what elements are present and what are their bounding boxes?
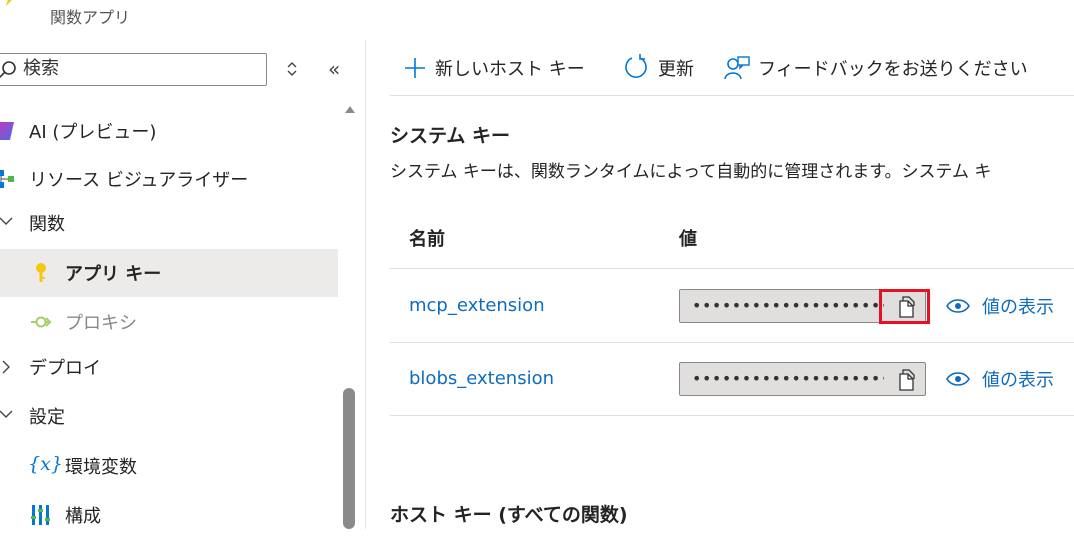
key-name-link[interactable]: mcp_extension bbox=[409, 295, 545, 316]
refresh-label: 更新 bbox=[658, 59, 694, 80]
proxy-icon bbox=[31, 316, 52, 328]
sidebar-item-label: 構成 bbox=[65, 506, 101, 527]
copy-icon[interactable] bbox=[894, 368, 918, 392]
sidebar-divider bbox=[365, 40, 366, 529]
sidebar-item-configuration[interactable]: 構成 bbox=[0, 491, 338, 539]
show-value-button[interactable]: 値の表示 bbox=[946, 364, 1054, 394]
sidebar-item-label: デプロイ bbox=[29, 358, 101, 379]
ai-preview-icon bbox=[0, 122, 14, 140]
plus-icon bbox=[405, 58, 425, 78]
show-value-label: 値の表示 bbox=[982, 297, 1054, 318]
column-header-value: 値 bbox=[679, 229, 697, 250]
feedback-label: フィードバックをお送りください bbox=[758, 59, 1028, 80]
scroll-up-arrow-icon[interactable] bbox=[344, 104, 356, 114]
feedback-icon bbox=[724, 56, 750, 80]
new-host-key-label: 新しいホスト キー bbox=[435, 59, 585, 80]
copy-button-highlight bbox=[879, 289, 930, 324]
configuration-icon bbox=[31, 505, 50, 525]
refresh-icon bbox=[625, 54, 647, 78]
resource-visualizer-icon bbox=[0, 170, 14, 188]
sidebar-item-label: アプリ キー bbox=[65, 264, 162, 285]
key-value-masked: ••••••••••••••••••••••••... bbox=[692, 296, 884, 315]
sidebar-item-environment-variables[interactable]: {x} 環境変数 bbox=[0, 442, 338, 490]
show-value-label: 値の表示 bbox=[982, 370, 1054, 391]
sidebar-item-label: 設定 bbox=[29, 407, 65, 428]
system-keys-description: システム キーは、関数ランタイムによって自動的に管理されます。システム キ bbox=[390, 162, 992, 182]
resource-type-label: 関数アプリ bbox=[50, 8, 131, 27]
chevron-down-icon bbox=[0, 410, 13, 418]
search-input[interactable] bbox=[23, 58, 253, 79]
show-value-button[interactable]: 値の表示 bbox=[946, 291, 1054, 321]
table-header-divider bbox=[390, 268, 1074, 269]
host-keys-title: ホスト キー (すべての関数) bbox=[390, 504, 628, 526]
function-app-icon bbox=[6, 0, 12, 6]
sidebar-item-label: プロキシ bbox=[65, 313, 137, 334]
key-value-masked: ••••••••••••••••••••••••... bbox=[692, 369, 884, 388]
refresh-button[interactable]: 更新 bbox=[622, 52, 694, 84]
sidebar-group-deploy[interactable]: デプロイ bbox=[0, 343, 338, 391]
column-header-name: 名前 bbox=[409, 229, 445, 250]
sidebar-item-label: リソース ビジュアライザー bbox=[29, 170, 249, 191]
feedback-button[interactable]: フィードバックをお送りください bbox=[724, 52, 1028, 84]
sort-updown-icon[interactable] bbox=[284, 58, 300, 80]
eye-icon bbox=[946, 299, 970, 313]
table-row-divider bbox=[390, 415, 1074, 416]
key-name-link[interactable]: blobs_extension bbox=[409, 368, 554, 389]
sidebar-item-label: 環境変数 bbox=[65, 457, 137, 478]
table-row-divider bbox=[390, 342, 1074, 343]
sidebar-item-label: 関数 bbox=[29, 214, 65, 235]
collapse-sidebar-icon[interactable]: « bbox=[328, 58, 346, 80]
sidebar-scrollbar-thumb[interactable] bbox=[343, 388, 355, 529]
key-value-field[interactable]: ••••••••••••••••••••••••... bbox=[679, 362, 926, 396]
chevron-down-icon bbox=[0, 217, 13, 225]
sidebar-item-proxies[interactable]: プロキシ bbox=[0, 298, 338, 346]
new-host-key-button[interactable]: 新しいホスト キー bbox=[403, 52, 585, 84]
sidebar-search-box[interactable] bbox=[0, 53, 267, 86]
chevron-right-icon bbox=[2, 360, 10, 374]
search-icon bbox=[0, 61, 16, 79]
sidebar-group-settings[interactable]: 設定 bbox=[0, 392, 338, 440]
sidebar-group-functions[interactable]: 関数 bbox=[0, 199, 338, 247]
sidebar-item-ai-preview[interactable]: AI (プレビュー) bbox=[0, 107, 338, 155]
sidebar-item-resource-visualizer[interactable]: リソース ビジュアライザー bbox=[0, 155, 338, 203]
sidebar-item-label: AI (プレビュー) bbox=[29, 122, 157, 143]
variables-icon: {x} bbox=[28, 453, 63, 475]
key-icon bbox=[36, 263, 46, 282]
toolbar-divider bbox=[390, 95, 1074, 96]
eye-icon bbox=[946, 372, 970, 386]
system-keys-title: システム キー bbox=[390, 125, 511, 147]
sidebar-item-app-keys[interactable]: アプリ キー bbox=[0, 249, 338, 297]
